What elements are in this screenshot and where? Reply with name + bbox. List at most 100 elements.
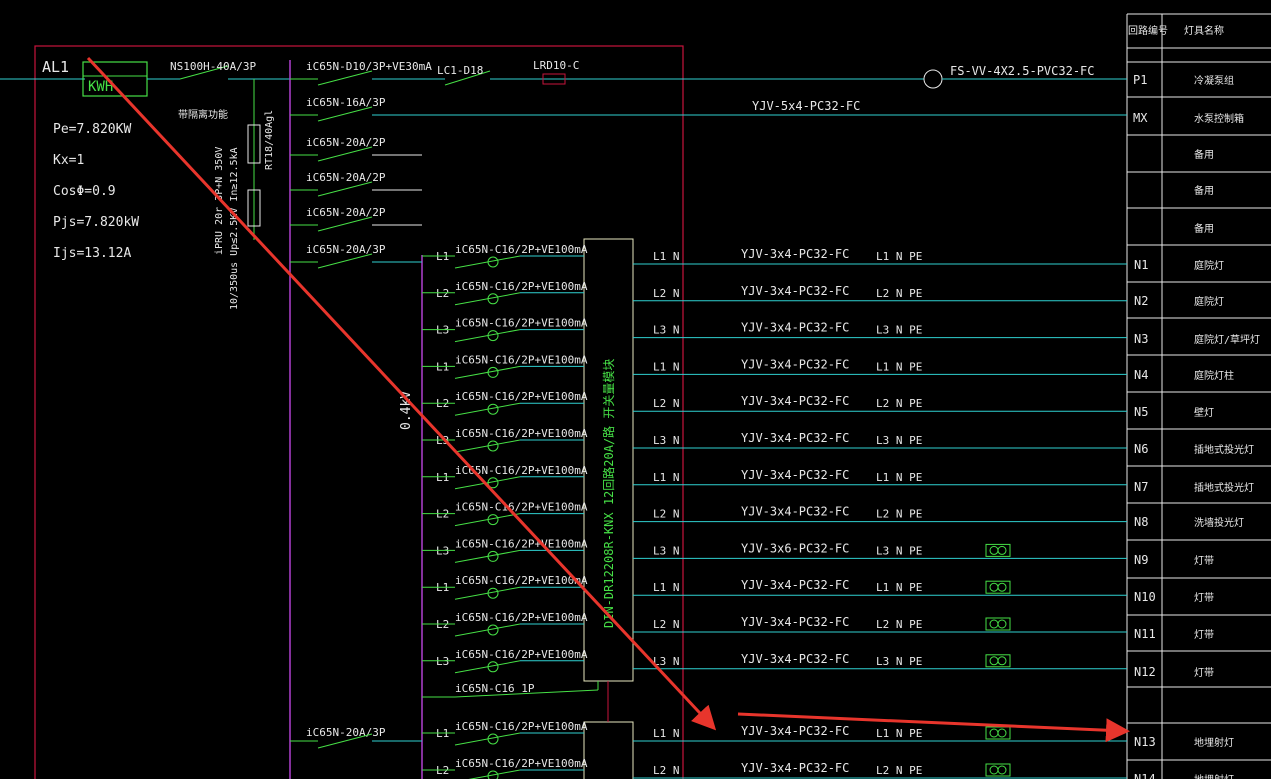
lamp-name: 插地式投光灯 [1194,481,1254,494]
lamp-name: 冷凝泵组 [1194,74,1234,87]
panel-name: AL1 [42,58,69,76]
out-phase-label: L3 N [653,434,680,447]
out-phase-label: L3 N [653,544,680,557]
circuit-number: N7 [1134,480,1148,494]
load-parameter: Pe=7.820KW [53,122,131,137]
cable-label: YJV-3x4-PC32-FC [741,724,849,738]
conductor-label: L3 N PE [876,434,922,447]
knx-module-label: DIN-DR12208R-KNX 12回路20A/路 开关量模块 [601,359,616,628]
knx-module-2 [583,721,634,779]
light-strip-symbol [989,545,999,555]
conductor-label: L2 N PE [876,618,922,631]
conductor-label: L2 N PE [876,508,922,521]
conductor-label: L2 N PE [876,287,922,300]
cable-label: YJV-3x4-PC32-FC [741,505,849,519]
conductor-label: L1 N PE [876,581,922,594]
breaker-label: iC65N-C16/2P+VE100mA [455,353,588,366]
lamp-name: 庭院灯 [1194,295,1224,308]
table-header-circuit-no: 回路编号 [1128,24,1168,37]
lamp-name: 水泵控制箱 [1194,112,1244,125]
cable-label: YJV-3x4-PC32-FC [741,615,849,629]
light-strip-symbol [997,728,1007,738]
electrical-single-line-diagram: 回路编号 灯具名称 AL1 KWH NS100H-40A/3P 带隔离功能 RT… [0,13,1271,779]
cable-label: YJV-3x4-PC32-FC [741,652,849,666]
breaker-label: iC65N-C16/2P+VE100mA [455,720,588,733]
lamp-name: 灯带 [1194,555,1214,567]
circuit-number: N13 [1134,735,1156,749]
breaker-label: iC65N-20A/3P [306,726,386,739]
load-parameter: Ijs=13.12A [53,246,131,261]
lamp-name: 备用 [1194,222,1214,235]
fuse-label: RT18/40Agl [264,110,275,170]
cable-label: YJV-5x4-PC32-FC [752,99,860,113]
breaker-symbol [317,253,373,269]
breaker-label: iC65N-20A/2P [306,136,386,149]
lamp-name: 灯带 [1194,629,1214,641]
breaker-symbol [317,181,373,197]
breaker-label: iC65N-20A/2P [306,206,386,219]
out-phase-label: L2 N [653,287,680,300]
lamp-name: 庭院灯 [1194,259,1224,272]
breaker-label: iC65N-C16/2P+VE100mA [455,317,588,330]
light-strip-symbol [997,619,1007,629]
circuit-number: N8 [1134,515,1148,529]
circuit-number: N2 [1134,294,1148,308]
conductor-label: L2 N PE [876,397,922,410]
cable-label: YJV-3x4-PC32-FC [741,468,849,482]
circuit-number: N12 [1134,665,1156,679]
table-header-lamp-name: 灯具名称 [1184,24,1224,37]
light-strip-symbol [989,656,999,666]
spd-label-2: 10/350us Up≤2.5KV In≥12.5kA [229,147,240,310]
light-strip-symbol [997,656,1007,666]
breaker-label: iC65N-C16/2P+VE100mA [455,280,588,293]
main-switch-note: 带隔离功能 [178,108,228,121]
lamp-name: 备用 [1194,148,1214,161]
light-strip-symbol [989,619,999,629]
light-strip-symbol [989,582,999,592]
out-phase-label: L1 N [653,360,680,373]
out-phase-label: L1 N [653,581,680,594]
pump-motor-symbol [923,69,943,89]
cable-label: YJV-3x4-PC32-FC [741,761,849,775]
circuit-number: N6 [1134,442,1148,456]
breaker-symbol [317,146,373,162]
light-strip-symbol [997,582,1007,592]
lamp-name: 灯带 [1194,592,1214,604]
out-phase-label: L3 N [653,324,680,337]
breaker-symbol [317,70,373,86]
panel-border [34,45,684,779]
conductor-label: L1 N PE [876,727,922,740]
breaker-label: iC65N-C16/2P+VE100mA [455,427,588,440]
breaker-symbol [468,769,521,779]
lamp-name: 备用 [1194,184,1214,197]
cable-label: YJV-3x4-PC32-FC [741,247,849,261]
breaker-label: iC65N-C16/2P+VE100mA [455,501,588,514]
breaker-symbol [317,216,373,232]
breaker-symbol [317,106,373,122]
circuit-number: N10 [1134,590,1156,604]
conductor-label: L3 N PE [876,544,922,557]
breaker-label: iC65N-C16/2P+VE100mA [455,648,588,661]
out-phase-label: L2 N [653,397,680,410]
lamp-name: 插地式投光灯 [1194,443,1254,456]
out-phase-label: L2 N [653,618,680,631]
circuit-number: MX [1133,111,1148,125]
out-phase-label: L1 N [653,727,680,740]
breaker-label: iC65N-16A/3P [306,96,386,109]
circuit-number: N1 [1134,258,1148,272]
circuit-number: N11 [1134,627,1156,641]
circuit-number: N14 [1134,772,1156,779]
breaker-label: iC65N-C16/2P+VE100mA [455,243,588,256]
conductor-label: L3 N PE [876,655,922,668]
breaker-label: iC65N-C16/2P+VE100mA [455,611,588,624]
out-phase-label: L1 N [653,471,680,484]
conductor-label: L2 N PE [876,764,922,777]
control-breaker-label: iC65N-C16 1P [455,682,535,695]
circuit-number: N4 [1134,368,1148,382]
out-phase-label: L1 N [653,250,680,263]
conductor-label: L1 N PE [876,360,922,373]
out-phase-label: L2 N [653,764,680,777]
lamp-name: 壁灯 [1194,406,1214,419]
light-strip-symbol [989,728,999,738]
lamp-name: 灯带 [1194,667,1214,679]
